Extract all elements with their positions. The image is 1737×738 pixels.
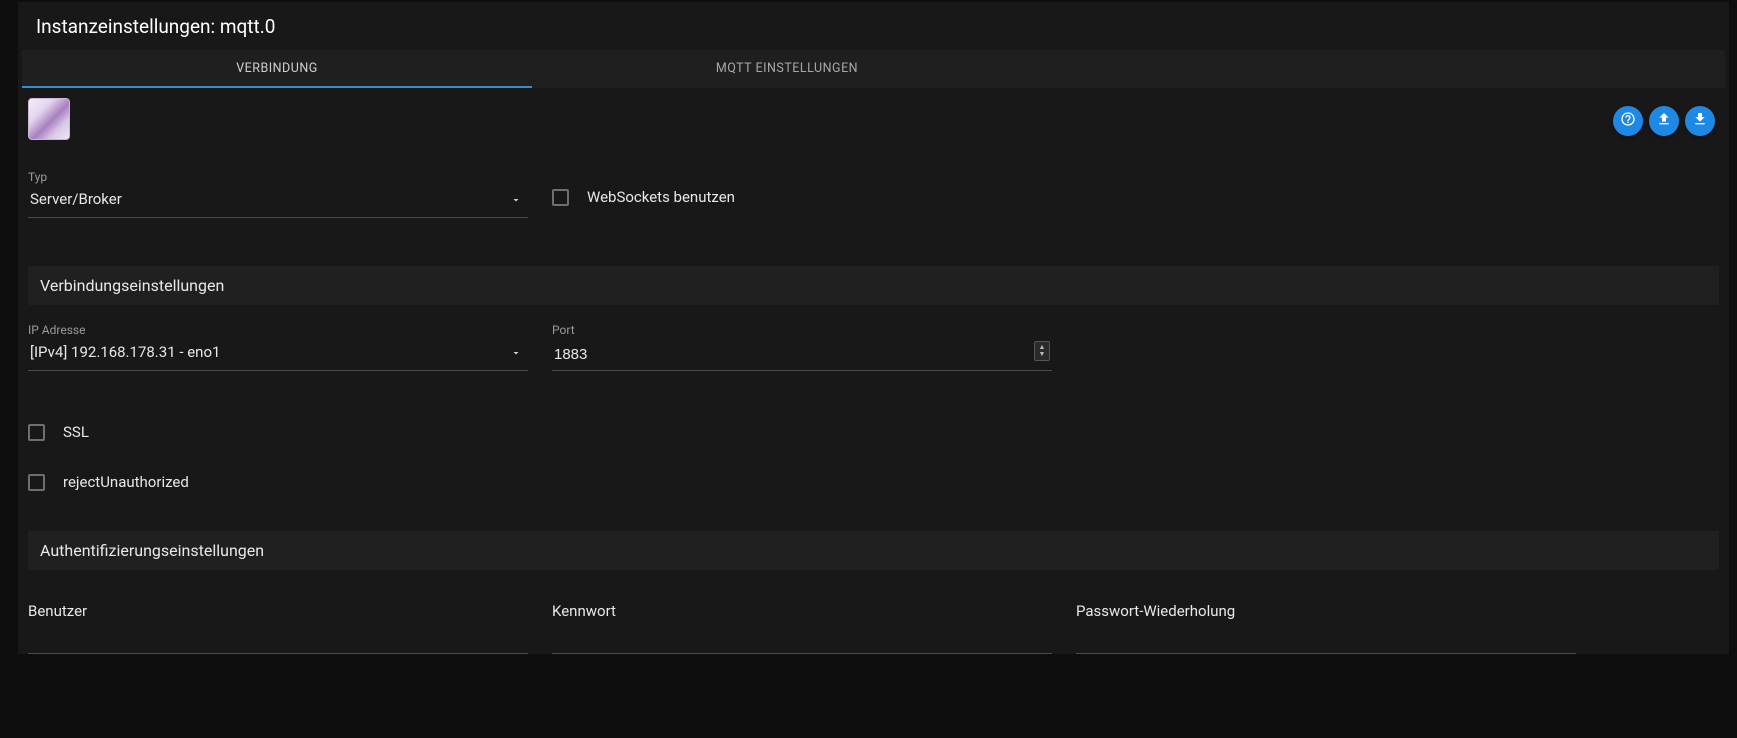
- auth-section-header: Authentifizierungseinstellungen: [28, 531, 1719, 570]
- adapter-logo: [28, 98, 70, 140]
- ssl-label: SSL: [63, 423, 89, 441]
- port-input[interactable]: [552, 343, 1052, 371]
- password-label: Kennwort: [552, 602, 1052, 620]
- chevron-down-icon: ▼: [1039, 351, 1046, 358]
- page-title: Instanzeinstellungen: mqtt.0: [18, 2, 1729, 50]
- type-label: Typ: [28, 170, 528, 184]
- port-label: Port: [552, 323, 1052, 337]
- user-input[interactable]: [28, 626, 528, 654]
- help-button[interactable]: [1613, 106, 1643, 136]
- connection-section-header: Verbindungseinstellungen: [28, 266, 1719, 305]
- port-stepper[interactable]: ▲ ▼: [1034, 341, 1050, 361]
- tab-connection[interactable]: VERBINDUNG: [22, 50, 532, 88]
- tabs: VERBINDUNG MQTT EINSTELLUNGEN: [22, 50, 1725, 88]
- user-label: Benutzer: [28, 602, 528, 620]
- reject-unauthorized-label: rejectUnauthorized: [63, 473, 189, 491]
- download-button[interactable]: [1685, 106, 1715, 136]
- upload-button[interactable]: [1649, 106, 1679, 136]
- ssl-checkbox[interactable]: [28, 424, 45, 441]
- help-icon: [1620, 111, 1636, 131]
- type-select[interactable]: Server/Broker: [28, 190, 528, 218]
- tab-mqtt-settings[interactable]: MQTT EINSTELLUNGEN: [532, 50, 1042, 88]
- upload-icon: [1656, 111, 1672, 131]
- password-input[interactable]: [552, 626, 1052, 654]
- reject-unauthorized-checkbox[interactable]: [28, 474, 45, 491]
- password-repeat-label: Passwort-Wiederholung: [1076, 602, 1576, 620]
- websockets-checkbox[interactable]: [552, 189, 569, 206]
- websockets-label: WebSockets benutzen: [587, 188, 735, 206]
- download-icon: [1692, 111, 1708, 131]
- ip-label: IP Adresse: [28, 323, 528, 337]
- password-repeat-input[interactable]: [1076, 626, 1576, 654]
- ip-select[interactable]: [IPv4] 192.168.178.31 - eno1: [28, 343, 528, 371]
